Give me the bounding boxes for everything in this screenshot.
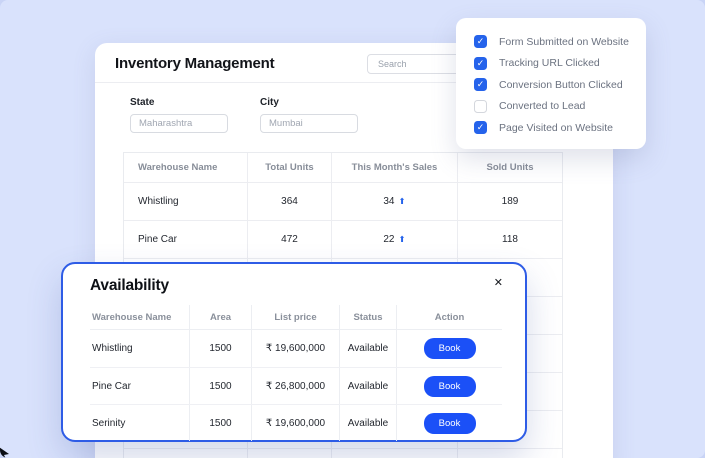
column-header: Status bbox=[340, 305, 397, 329]
status-cell: Available bbox=[340, 405, 397, 441]
checklist-item-label: Form Submitted on Website bbox=[499, 35, 629, 48]
action-cell: Book bbox=[397, 405, 502, 441]
city-label: City bbox=[260, 97, 279, 108]
trend-up-icon: ⬆ bbox=[398, 196, 406, 207]
checklist-item[interactable]: ✓ Tracking URL Clicked bbox=[474, 53, 646, 75]
month-sales-value: 34 bbox=[383, 196, 395, 207]
table-row: Serinity 1500 ₹ 19,600,000 Available Boo… bbox=[90, 404, 502, 441]
book-button[interactable]: Book bbox=[423, 338, 476, 359]
state-input[interactable] bbox=[130, 114, 228, 133]
page-title: Inventory Management bbox=[115, 54, 275, 72]
area-cell: 1500 bbox=[190, 368, 252, 404]
book-button[interactable]: Book bbox=[423, 375, 476, 397]
table-row: Whistling 1500 ₹ 19,600,000 Available Bo… bbox=[90, 330, 502, 367]
action-cell: Book bbox=[397, 368, 502, 404]
screen: Inventory Management State City Warehous… bbox=[0, 0, 705, 458]
city-input[interactable] bbox=[260, 114, 358, 133]
area-cell: 1500 bbox=[190, 330, 252, 367]
checklist-checkbox[interactable]: ✓ bbox=[474, 121, 487, 135]
checklist-item[interactable]: ✓ Form Submitted on Website bbox=[474, 31, 646, 53]
modal-title: Availability bbox=[90, 277, 169, 294]
checklist-item-label: Converted to Lead bbox=[499, 100, 586, 113]
state-filter: State bbox=[130, 97, 228, 133]
column-header: This Month's Sales bbox=[332, 153, 458, 182]
total-units-cell: 472 bbox=[248, 221, 332, 258]
column-header: Sold Units bbox=[486, 162, 534, 173]
total-units-cell: 364 bbox=[248, 183, 332, 220]
list-price-cell: ₹ 26,800,000 bbox=[252, 368, 340, 404]
tracking-options-popover: ✓ Form Submitted on Website ✓ Tracking U… bbox=[456, 18, 646, 149]
status-cell: Available bbox=[340, 330, 397, 367]
checklist-item[interactable]: ✓ Conversion Button Clicked bbox=[474, 74, 646, 96]
availability-table-header: Warehouse Name Area List price Status Ac… bbox=[90, 305, 502, 330]
list-price-cell: ₹ 19,600,000 bbox=[252, 330, 340, 367]
state-label: State bbox=[130, 97, 155, 108]
warehouse-name-cell: Whistling bbox=[90, 330, 190, 367]
month-sales-cell: 34 ⬆ bbox=[332, 183, 458, 220]
checklist-item-label: Page Visited on Website bbox=[499, 121, 614, 134]
checklist-item-label: Conversion Button Clicked bbox=[499, 78, 623, 91]
sold-units-cell: 118 bbox=[502, 234, 518, 245]
inventory-table-header: Warehouse Name Total Units This Month's … bbox=[124, 153, 562, 183]
column-header: Action bbox=[434, 311, 465, 323]
action-cell: Book bbox=[397, 330, 502, 367]
trend-up-icon: ⬆ bbox=[398, 234, 406, 245]
column-header: List price bbox=[252, 305, 340, 329]
table-row: Pine Car 1500 ₹ 26,800,000 Available Boo… bbox=[90, 367, 502, 404]
checklist-checkbox[interactable]: ✓ bbox=[474, 56, 487, 70]
city-filter: City bbox=[260, 97, 358, 133]
warehouse-name-cell: Serinity bbox=[90, 405, 190, 441]
month-sales-cell: 22 ⬆ bbox=[332, 221, 458, 258]
table-row: Whistling 364 34 ⬆ 189 bbox=[124, 183, 562, 221]
warehouse-name-cell: Whistling bbox=[124, 183, 248, 220]
column-header: Warehouse Name bbox=[90, 305, 190, 329]
column-header: Area bbox=[190, 305, 252, 329]
book-button[interactable]: Book bbox=[423, 412, 476, 434]
warehouse-name-cell: Pine Car bbox=[90, 368, 190, 404]
status-cell: Available bbox=[340, 368, 397, 404]
availability-modal: Availability ✕ Warehouse Name Area List … bbox=[61, 262, 527, 442]
area-cell: 1500 bbox=[190, 405, 252, 441]
month-sales-value: 22 bbox=[383, 234, 395, 245]
checklist-item[interactable]: ✓ Page Visited on Website bbox=[474, 117, 646, 139]
list-price-cell: ₹ 19,600,000 bbox=[252, 405, 340, 441]
checklist-item[interactable]: Converted to Lead bbox=[474, 96, 646, 118]
table-row-empty bbox=[124, 449, 562, 458]
checklist-checkbox[interactable]: ✓ bbox=[474, 78, 487, 92]
sold-units-cell: 189 bbox=[501, 196, 519, 207]
mouse-cursor-icon bbox=[0, 447, 9, 458]
checklist-item-label: Tracking URL Clicked bbox=[499, 57, 600, 70]
close-icon[interactable]: ✕ bbox=[492, 276, 505, 291]
checklist-checkbox[interactable] bbox=[474, 99, 487, 113]
filters: State City bbox=[130, 97, 358, 133]
availability-table: Warehouse Name Area List price Status Ac… bbox=[90, 305, 502, 441]
checklist-checkbox[interactable]: ✓ bbox=[474, 35, 487, 49]
table-row: Pine Car 472 22 ⬆ 118 bbox=[124, 221, 562, 259]
column-header: Total Units bbox=[248, 153, 332, 182]
column-header: Warehouse Name bbox=[124, 153, 248, 182]
warehouse-name-cell: Pine Car bbox=[124, 221, 248, 258]
